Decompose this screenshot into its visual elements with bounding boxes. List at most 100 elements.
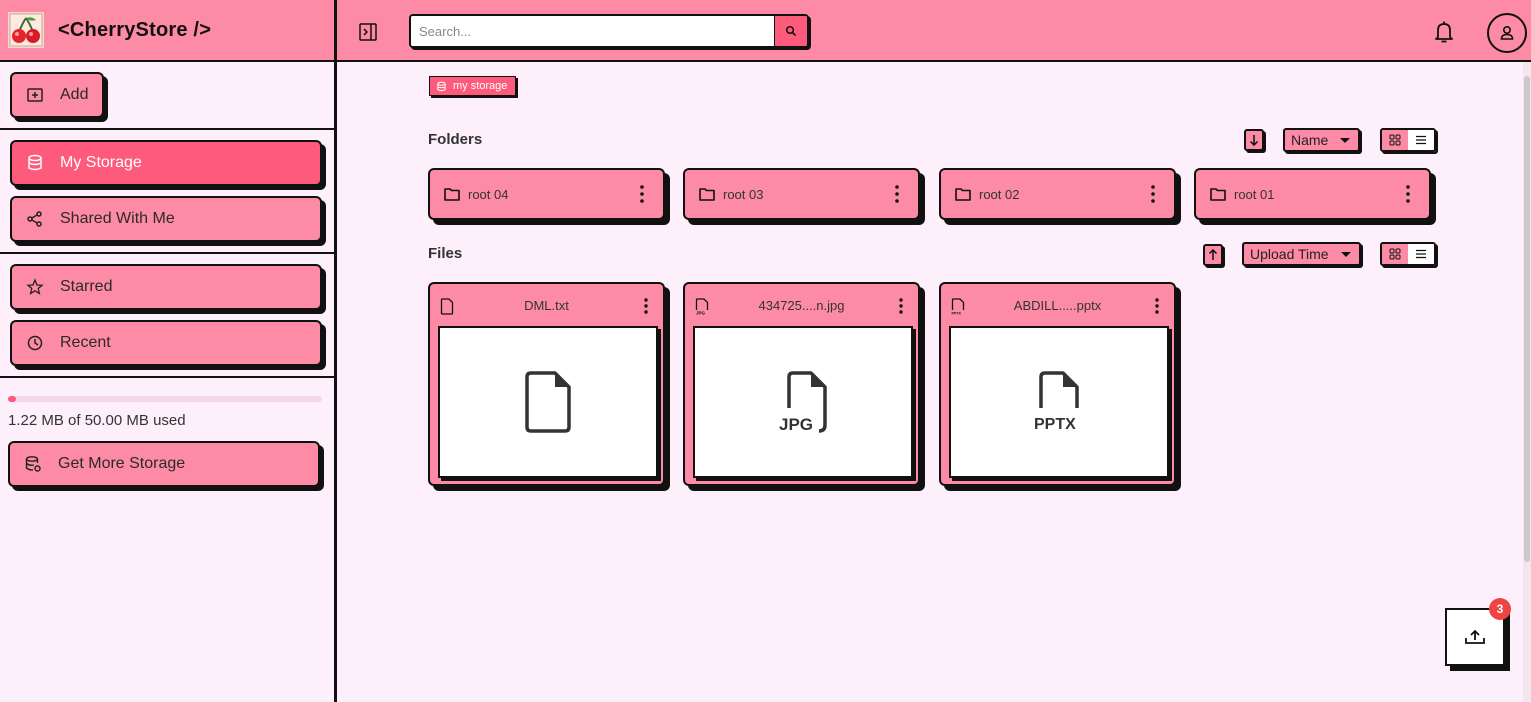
nav-starred-label: Starred: [60, 278, 113, 295]
jpg-preview-icon: JPG: [779, 371, 827, 434]
files-list-view-button[interactable]: [1408, 244, 1434, 264]
file-card-header: DML.txt: [430, 284, 663, 326]
files-sort-select[interactable]: Upload Time: [1242, 242, 1361, 266]
folder-card[interactable]: root 04: [428, 168, 665, 220]
folder-name: root 04: [468, 186, 509, 202]
brand-header: <CherryStore />: [0, 0, 334, 62]
add-section: Add: [0, 62, 334, 130]
file-name: ABDILL.....pptx: [1013, 298, 1102, 313]
file-name: 434725....n.jpg: [758, 298, 845, 313]
pptx-preview-label: PPTX: [1034, 416, 1076, 433]
get-more-storage-button[interactable]: Get More Storage: [8, 441, 320, 487]
database-icon: [437, 81, 446, 91]
more-vertical-icon[interactable]: [1154, 297, 1160, 315]
sidebar: <CherryStore /> Add My Storage Shared Wi…: [0, 0, 337, 702]
pptx-preview-icon: PPTX: [1034, 371, 1079, 433]
list-icon: [1416, 249, 1426, 259]
files-view-toggle: [1380, 242, 1436, 266]
pptx-file-icon: PPTX: [952, 298, 965, 316]
file-preview: PPTX: [949, 326, 1169, 478]
secondary-nav-section: Starred Recent: [0, 254, 334, 378]
folder-icon: [955, 188, 971, 201]
database-settings-icon: [25, 456, 41, 472]
nav-shared-with-me-label: Shared With Me: [60, 210, 175, 227]
storage-usage-fill: [8, 396, 16, 402]
svg-text:PPTX: PPTX: [952, 312, 962, 316]
grid-icon: [1389, 134, 1401, 146]
chevron-down-icon: [1340, 251, 1351, 257]
folders-sort-direction-button[interactable]: [1244, 129, 1264, 151]
user-avatar-button[interactable]: [1487, 13, 1527, 53]
file-name: DML.txt: [524, 298, 569, 313]
search-icon: [785, 25, 797, 37]
files-title: Files: [428, 245, 463, 262]
database-icon: [28, 154, 42, 171]
breadcrumb-my-storage[interactable]: my storage: [429, 76, 517, 96]
folders-sort-label: Name: [1291, 132, 1329, 148]
folder-card[interactable]: root 02: [939, 168, 1176, 220]
star-icon: [26, 278, 44, 295]
folders-grid-view-button[interactable]: [1382, 130, 1408, 150]
search-button[interactable]: [774, 16, 807, 46]
sidebar-toggle-icon[interactable]: [358, 22, 378, 42]
search-input[interactable]: [411, 16, 774, 46]
cherry-logo-icon: [8, 12, 44, 48]
storage-used-text: 1.22 MB of 50.00 MB used: [8, 412, 186, 429]
breadcrumb-label: my storage: [453, 80, 508, 92]
file-preview: [438, 326, 658, 478]
add-button-label: Add: [60, 86, 89, 103]
add-button[interactable]: Add: [10, 72, 104, 118]
search-bar: [409, 14, 809, 48]
more-vertical-icon[interactable]: [898, 297, 904, 315]
nav-recent-label: Recent: [60, 334, 111, 351]
svg-text:JPG: JPG: [696, 311, 706, 316]
uploads-count-badge: 3: [1489, 598, 1511, 620]
main-content: my storage Folders Name root 04 root 03 …: [337, 62, 1531, 702]
folder-name: root 02: [979, 186, 1020, 202]
list-icon: [1416, 135, 1426, 145]
storage-usage-bar: [8, 396, 322, 402]
more-vertical-icon[interactable]: [639, 184, 645, 204]
file-preview-icon: [525, 371, 571, 433]
folders-sort-select[interactable]: Name: [1283, 128, 1361, 152]
bell-icon[interactable]: [1433, 20, 1455, 44]
uploads-button[interactable]: 3: [1445, 598, 1511, 666]
folder-icon: [444, 188, 460, 201]
nav-my-storage-label: My Storage: [60, 154, 142, 171]
folder-icon: [699, 188, 715, 201]
share-icon: [27, 211, 42, 227]
nav-recent[interactable]: Recent: [10, 320, 322, 366]
more-vertical-icon[interactable]: [1150, 184, 1156, 204]
file-card[interactable]: PPTX ABDILL.....pptx PPTX: [939, 282, 1176, 486]
user-icon: [1500, 25, 1514, 40]
arrow-up-icon: [1208, 249, 1218, 260]
folders-list-view-button[interactable]: [1408, 130, 1434, 150]
nav-starred[interactable]: Starred: [10, 264, 322, 310]
clock-icon: [27, 335, 43, 351]
top-bar: [337, 0, 1531, 62]
folder-icon: [1210, 188, 1226, 201]
folder-name: root 01: [1234, 186, 1275, 202]
folder-card[interactable]: root 03: [683, 168, 920, 220]
file-card[interactable]: JPG 434725....n.jpg JPG: [683, 282, 920, 486]
more-vertical-icon[interactable]: [643, 297, 649, 315]
main-scrollbar[interactable]: [1523, 62, 1531, 702]
folders-view-toggle: [1380, 128, 1436, 152]
add-folder-icon: [27, 88, 43, 102]
storage-section: 1.22 MB of 50.00 MB used Get More Storag…: [0, 378, 334, 497]
folder-card[interactable]: root 01: [1194, 168, 1431, 220]
files-sort-direction-button[interactable]: [1203, 244, 1223, 266]
nav-shared-with-me[interactable]: Shared With Me: [10, 196, 322, 242]
files-grid-view-button[interactable]: [1382, 244, 1408, 264]
file-card[interactable]: DML.txt: [428, 282, 665, 486]
more-vertical-icon[interactable]: [894, 184, 900, 204]
upload-icon: [1465, 629, 1485, 644]
app-name: <CherryStore />: [58, 18, 212, 41]
scrollbar-thumb[interactable]: [1524, 76, 1530, 562]
folders-title: Folders: [428, 131, 483, 148]
file-card-header: PPTX ABDILL.....pptx: [941, 284, 1174, 326]
chevron-down-icon: [1340, 137, 1351, 143]
more-vertical-icon[interactable]: [1405, 184, 1411, 204]
nav-my-storage[interactable]: My Storage: [10, 140, 322, 186]
arrow-down-icon: [1249, 135, 1259, 146]
